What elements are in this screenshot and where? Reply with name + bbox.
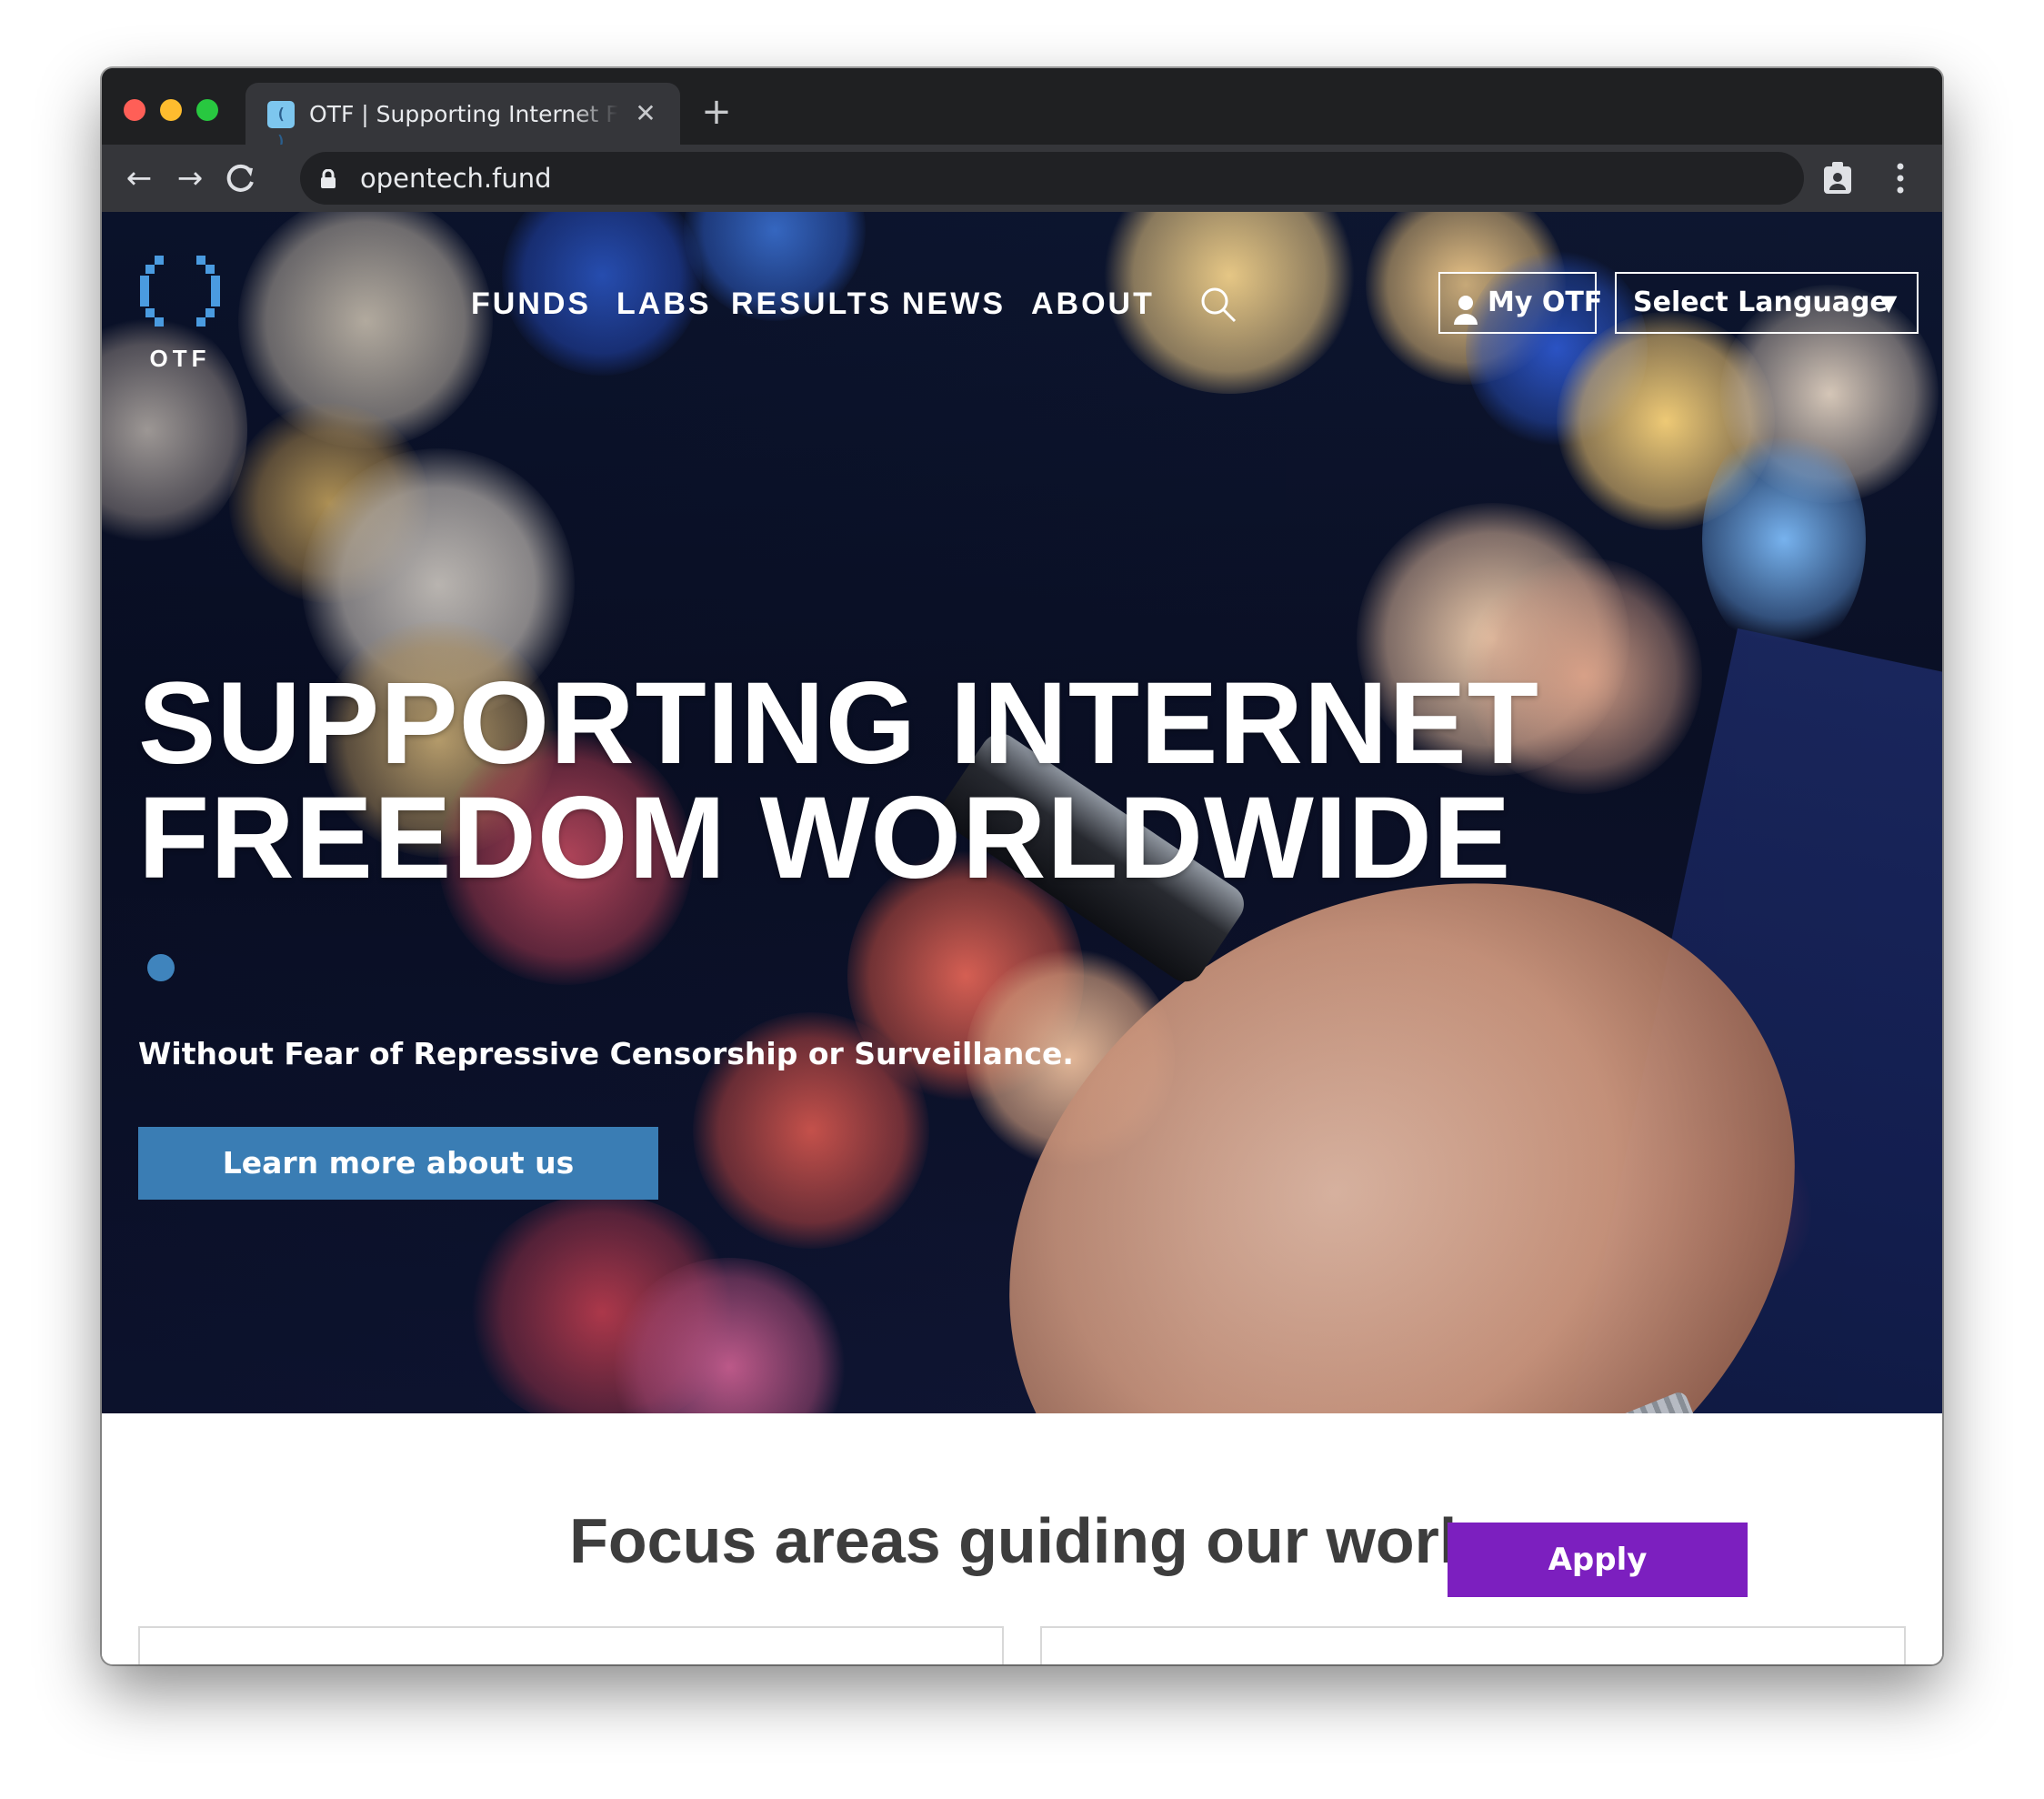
my-otf-label: My OTF: [1488, 286, 1603, 318]
user-icon: [1453, 288, 1478, 347]
tab-title: OTF | Supporting Internet Freedom Worldw…: [309, 101, 618, 127]
hero-headline-line-2: FREEDOM WORLDWIDE: [138, 773, 1512, 903]
otf-logo[interactable]: OTF: [135, 252, 225, 372]
browser-toolbar: ← → opentech.fund: [102, 145, 1942, 212]
lock-icon: [320, 168, 336, 193]
focus-card[interactable]: [1040, 1626, 1906, 1664]
hero-headline-line-1: SUPPORTING INTERNET: [138, 658, 1539, 789]
hero-section: OTF FUNDS LABS RESULTS NEWS ABOUT My OTF…: [102, 212, 1942, 1413]
nav-item-funds[interactable]: FUNDS: [471, 286, 591, 322]
browser-window: ( ) OTF | Supporting Internet Freedom Wo…: [102, 68, 1942, 1664]
forward-icon[interactable]: →: [169, 157, 211, 199]
hero-tagline: Without Fear of Repressive Censorship or…: [138, 1036, 1074, 1071]
tab-strip: ( ) OTF | Supporting Internet Freedom Wo…: [102, 68, 1942, 151]
favicon-icon: ( ): [267, 101, 295, 151]
profile-badge-icon[interactable]: [1822, 161, 1853, 199]
reload-icon[interactable]: [220, 157, 262, 199]
nav-item-about[interactable]: ABOUT: [1031, 286, 1155, 322]
my-otf-button[interactable]: My OTF: [1438, 272, 1602, 334]
minimize-window-button[interactable]: [160, 99, 182, 121]
nav-item-news[interactable]: NEWS: [902, 286, 1006, 322]
hero-headline: SUPPORTING INTERNET FREEDOM WORLDWIDE: [138, 658, 1684, 903]
caret-down-icon: ▼: [1880, 290, 1898, 316]
browser-tab-active[interactable]: ( ) OTF | Supporting Internet Freedom Wo…: [245, 83, 680, 151]
bracket-logo-icon: [140, 256, 220, 327]
maximize-window-button[interactable]: [196, 99, 218, 121]
language-select[interactable]: Select Language ▼: [1615, 272, 1919, 334]
more-menu-icon[interactable]: [1889, 159, 1911, 197]
new-tab-icon[interactable]: +: [698, 94, 735, 130]
slide-indicator-dot[interactable]: [147, 954, 175, 981]
url-text: opentech.fund: [360, 163, 552, 194]
focus-card[interactable]: [138, 1626, 1004, 1664]
back-icon[interactable]: ←: [118, 157, 160, 199]
close-window-button[interactable]: [124, 99, 145, 121]
apply-button[interactable]: Apply: [1448, 1523, 1748, 1597]
nav-item-results[interactable]: RESULTS: [731, 286, 892, 322]
address-bar[interactable]: opentech.fund: [300, 152, 1804, 205]
browser-chrome: ( ) OTF | Supporting Internet Freedom Wo…: [102, 68, 1942, 212]
nav-item-labs[interactable]: LABS: [616, 286, 712, 322]
logo-text: OTF: [149, 345, 211, 372]
language-select-label: Select Language: [1633, 286, 1889, 318]
learn-more-button[interactable]: Learn more about us: [138, 1127, 658, 1200]
search-icon[interactable]: [1198, 285, 1238, 325]
tab-close-icon[interactable]: ✕: [629, 97, 662, 130]
